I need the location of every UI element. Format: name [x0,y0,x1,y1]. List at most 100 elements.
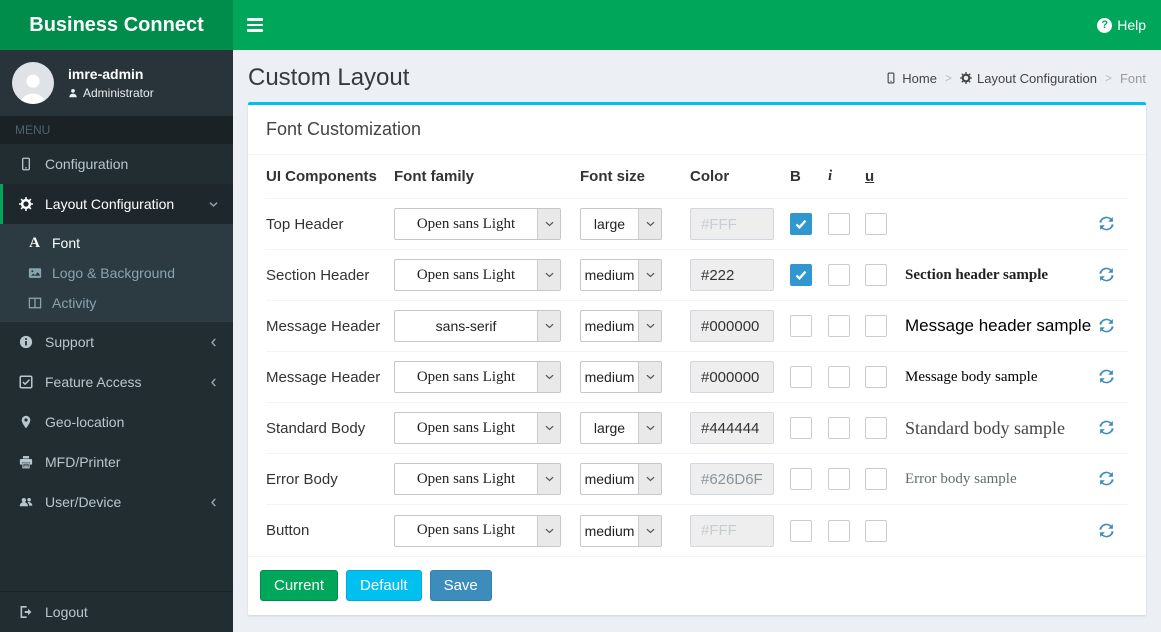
font-family-select[interactable]: Open sans Light [394,514,561,547]
table-row: Standard Body Open sans Light large Standar… [266,403,1128,454]
italic-checkbox[interactable] [828,417,850,439]
col-header-underline: u [865,168,875,185]
chevron-left-icon [209,497,218,507]
refresh-button[interactable] [1098,317,1116,335]
color-input[interactable] [690,361,774,393]
col-header-size: Font size [580,168,646,185]
save-button[interactable]: Save [429,570,492,601]
tablet-icon [17,157,35,171]
breadcrumb-home[interactable]: Home [885,71,937,86]
default-button[interactable]: Default [346,570,422,601]
font-size-select[interactable]: large [580,208,662,240]
col-header-component: UI Components [266,168,377,185]
color-input[interactable] [690,259,774,291]
select-arrow-icon [537,260,560,290]
select-arrow-icon [537,209,560,239]
italic-checkbox[interactable] [828,519,850,542]
italic-checkbox[interactable] [828,366,850,388]
underline-checkbox[interactable] [865,468,887,490]
component-label: Standard Body [266,419,366,437]
sidebar-item-feature-access[interactable]: Feature Access [0,362,233,402]
breadcrumb-current: Font [1119,70,1146,86]
gear-icon [17,197,35,211]
refresh-button[interactable] [1098,368,1116,386]
underline-checkbox[interactable] [865,315,887,337]
refresh-button[interactable] [1098,522,1116,540]
user-panel: imre-admin Administrator [0,50,233,116]
sidebar-item-geo-location[interactable]: Geo-location [0,402,233,442]
font-size-select[interactable]: medium [580,361,662,393]
bold-checkbox[interactable] [790,468,812,490]
user-role: Administrator [68,86,154,100]
breadcrumb: Home > Layout Configuration > Font [885,71,1146,86]
sidebar-item-font[interactable]: A Font [0,228,233,258]
sidebar-item-support[interactable]: Support [0,322,233,362]
font-family-select[interactable]: Open sans Light [394,259,561,291]
user-name: imre-admin [68,66,144,82]
bold-checkbox[interactable] [790,213,812,235]
sidebar-item-logout[interactable]: Logout [0,592,233,632]
font-size-select[interactable]: medium [580,514,662,547]
refresh-button[interactable] [1098,470,1116,488]
color-input[interactable] [690,412,774,444]
font-size-select[interactable]: large [580,412,662,444]
sample-text: Message header sample [905,316,1092,335]
chevron-down-icon [209,200,218,209]
font-family-select[interactable]: Open sans Light [394,463,561,495]
italic-checkbox[interactable] [828,315,850,337]
select-arrow-icon [638,515,661,546]
brand-logo[interactable]: Business Connect [0,0,233,50]
refresh-button[interactable] [1098,419,1116,437]
italic-checkbox[interactable] [828,264,850,286]
table-row: Error Body Open sans Light medium Error bod… [266,454,1128,505]
sidebar-item-logo-background[interactable]: Logo & Background [0,258,233,288]
underline-checkbox[interactable] [865,264,887,286]
help-button[interactable]: ? Help [1097,17,1146,33]
font-family-select[interactable]: Open sans Light [394,208,561,240]
menu-section-label: MENU [0,116,233,144]
sidebar-toggle-button[interactable] [233,0,277,50]
sidebar-item-layout-configuration[interactable]: Layout Configuration [0,184,233,224]
font-size-select[interactable]: medium [580,463,662,495]
current-button[interactable]: Current [260,570,339,601]
col-header-bold: B [790,168,801,185]
select-arrow-icon [638,260,661,290]
font-family-select[interactable]: Open sans Light [394,412,561,444]
bold-checkbox[interactable] [790,366,812,388]
font-size-select[interactable]: medium [580,310,662,342]
chevron-left-icon [209,377,218,387]
bold-checkbox[interactable] [790,264,812,286]
table-row: Button Open sans Light medium [266,505,1128,556]
sidebar-item-configuration[interactable]: Configuration [0,144,233,184]
underline-checkbox[interactable] [865,213,887,235]
font-family-select[interactable]: Open sans Light [394,361,561,393]
color-input[interactable] [690,208,774,240]
sidebar-item-activity[interactable]: Activity [0,288,233,318]
breadcrumb-layout-configuration[interactable]: Layout Configuration [959,71,1097,86]
refresh-button[interactable] [1098,266,1116,284]
bold-checkbox[interactable] [790,315,812,337]
color-input[interactable] [690,310,774,342]
italic-checkbox[interactable] [828,468,850,490]
select-arrow-icon [537,311,560,341]
refresh-button[interactable] [1098,215,1116,233]
breadcrumb-separator: > [944,71,952,85]
sidebar-item-mfd-printer[interactable]: MFD/Printer [0,442,233,482]
bold-checkbox[interactable] [790,417,812,439]
users-icon [17,495,35,509]
col-header-color: Color [690,168,730,185]
select-arrow-icon [537,464,560,494]
font-a-icon: A [29,235,40,251]
font-size-select[interactable]: medium [580,259,662,291]
sidebar-item-user-device[interactable]: User/Device [0,482,233,522]
font-family-select[interactable]: sans-serif [394,310,561,342]
italic-checkbox[interactable] [828,213,850,235]
bold-checkbox[interactable] [790,519,812,542]
underline-checkbox[interactable] [865,366,887,388]
color-input[interactable] [690,463,774,495]
content-area: Custom Layout Home > Layout Configuratio… [233,50,1161,632]
underline-checkbox[interactable] [865,519,887,542]
underline-checkbox[interactable] [865,417,887,439]
component-label: Message Header [266,368,381,386]
color-input[interactable] [690,514,774,547]
